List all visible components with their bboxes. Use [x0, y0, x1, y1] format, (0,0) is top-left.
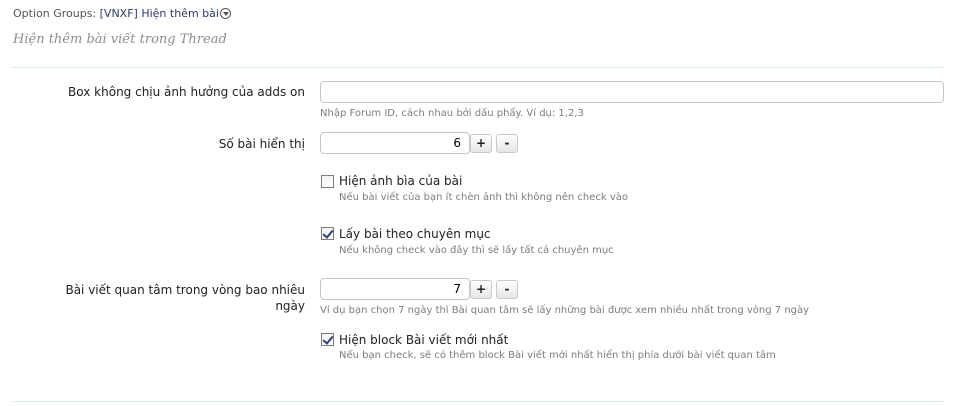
interest-days-increment-button[interactable]: +: [470, 280, 492, 299]
show-cover-checkbox[interactable]: [321, 175, 334, 188]
breadcrumb-group[interactable]: [VNXF] Hiện thêm bài: [100, 7, 219, 20]
interest-days-label-line1: Bài viết quan tâm trong vòng bao nhiêu: [65, 283, 305, 297]
show-cover-label: Hiện ảnh bìa của bài: [339, 174, 463, 188]
post-count-increment-button[interactable]: +: [470, 134, 492, 153]
post-count-decrement-button[interactable]: -: [496, 134, 518, 153]
by-category-hint: Nếu không check vào đây thì sẽ lấy tất c…: [339, 245, 614, 256]
breadcrumb-prefix: Option Groups:: [13, 7, 97, 20]
show-cover-hint: Nếu bài viết của bạn ít chèn ảnh thì khô…: [339, 192, 628, 203]
excluded-boxes-input[interactable]: [320, 81, 944, 103]
excluded-boxes-label: Box không chịu ảnh hưởng của adds on: [68, 85, 305, 99]
interest-days-label: Bài viết quan tâm trong vòng bao nhiêu n…: [65, 282, 305, 314]
chevron-down-icon[interactable]: [219, 8, 231, 19]
show-newest-checkbox[interactable]: [321, 333, 334, 346]
post-count-label: Số bài hiển thị: [218, 137, 305, 151]
divider-bottom: [12, 401, 943, 402]
interest-days-hint: Ví dụ bạn chọn 7 ngày thì Bài quan tâm s…: [320, 305, 810, 316]
excluded-boxes-hint: Nhập Forum ID, cách nhau bởi dấu phẩy. V…: [320, 108, 584, 119]
interest-days-decrement-button[interactable]: -: [496, 280, 518, 299]
interest-days-input[interactable]: [320, 278, 470, 300]
post-count-input[interactable]: [320, 132, 470, 154]
by-category-label: Lấy bài theo chuyên mục: [339, 227, 491, 241]
by-category-checkbox[interactable]: [321, 227, 334, 240]
page-subtitle: Hiện thêm bài viết trong Thread: [13, 32, 227, 47]
interest-days-label-line2: ngày: [275, 299, 305, 313]
show-newest-label: Hiện block Bài viết mới nhất: [339, 333, 509, 347]
show-newest-hint: Nếu bạn check, sẽ có thêm block Bài viết…: [339, 350, 776, 361]
breadcrumb: Option Groups: [VNXF] Hiện thêm bài: [13, 7, 231, 20]
divider-top: [12, 67, 943, 68]
